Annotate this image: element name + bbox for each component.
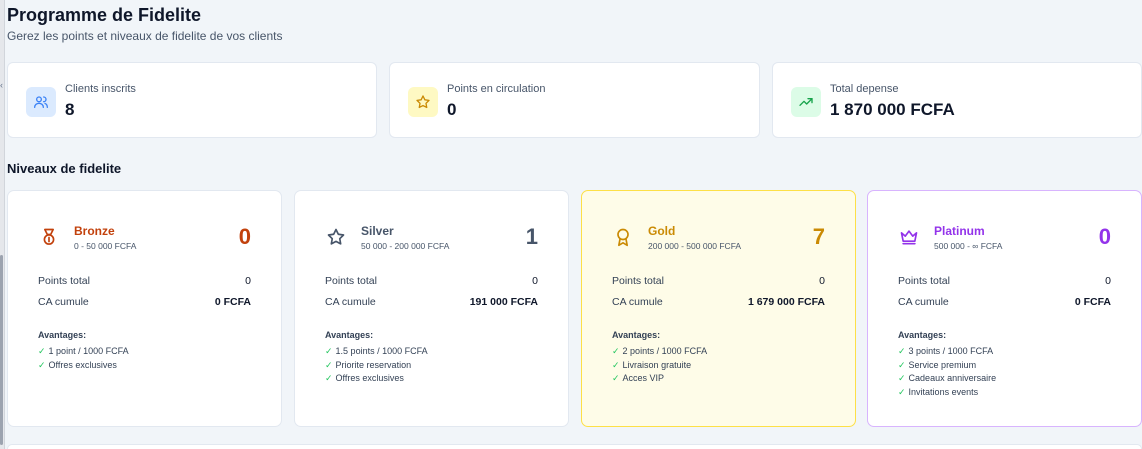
ca-value: 191 000 FCFA [469, 296, 538, 308]
page-title: Programme de Fidelite [7, 5, 202, 25]
stat-card-clients: Clients inscrits 8 [7, 62, 377, 138]
stat-card-total: Total depense 1 870 000 FCFA [772, 62, 1142, 138]
tier-card-silver[interactable]: Silver 50 000 - 200 000 FCFA 1 Points to… [294, 190, 569, 427]
advantage-item: ✓ Priorite reservation [325, 359, 412, 370]
advantages-list: ✓ 2 points / 1000 FCFA ✓ Livraison gratuit… [612, 345, 707, 386]
next-section-card [7, 444, 1142, 449]
stat-value: 0 [447, 100, 457, 119]
ca-label: CA cumule [38, 296, 89, 308]
advantage-item: ✓ Cadeaux anniversaire [898, 373, 997, 383]
ca-value: 1 679 000 FCFA [747, 296, 825, 308]
tier-range: 0 - 50 000 FCFA [74, 241, 137, 251]
tier-name: Gold [648, 224, 676, 238]
advantages-list: ✓ 1 point / 1000 FCFA ✓ Offres exclusives [38, 345, 129, 372]
tier-card-platinum[interactable]: Platinum 500 000 - ∞ FCFA 0 Points total… [867, 190, 1142, 427]
advantage-item: ✓ Service premium [898, 359, 977, 370]
trending-up-icon [791, 87, 821, 117]
left-scroll-rail[interactable]: ‹ [0, 0, 5, 449]
ca-value: 0 FCFA [214, 296, 251, 308]
advantage-item: ✓ Offres exclusives [325, 373, 404, 383]
check-icon: ✓ [325, 359, 333, 370]
section-title: Niveaux de fidelite [7, 161, 122, 176]
tier-client-count: 1 [525, 224, 538, 249]
ca-label: CA cumule [898, 296, 949, 308]
advantages-title: Avantages: [325, 330, 374, 340]
check-icon: ✓ [898, 373, 906, 383]
tier-client-count: 7 [812, 224, 825, 249]
tier-name: Bronze [74, 224, 115, 238]
crown-icon [896, 224, 922, 250]
tier-client-count: 0 [1098, 224, 1111, 249]
tier-name: Platinum [934, 224, 985, 238]
ca-label: CA cumule [325, 296, 376, 308]
points-value: 0 [1105, 275, 1111, 287]
advantage-item: ✓ 3 points / 1000 FCFA [898, 346, 994, 356]
tier-range: 50 000 - 200 000 FCFA [361, 241, 450, 251]
points-label: Points total [612, 275, 664, 287]
points-value: 0 [819, 275, 825, 287]
check-icon: ✓ [612, 346, 620, 356]
ca-label: CA cumule [612, 296, 663, 308]
advantage-item: ✓ 1.5 points / 1000 FCFA [325, 346, 428, 356]
stat-label: Total depense [830, 83, 899, 95]
check-icon: ✓ [325, 346, 333, 356]
tier-name: Silver [361, 224, 394, 238]
advantage-item: ✓ Acces VIP [612, 373, 665, 383]
stat-value: 1 870 000 FCFA [830, 100, 955, 119]
stat-label: Points en circulation [447, 83, 546, 95]
check-icon: ✓ [612, 359, 620, 370]
check-icon: ✓ [898, 346, 906, 356]
advantages-title: Avantages: [612, 330, 661, 340]
stat-label: Clients inscrits [65, 83, 136, 95]
check-icon: ✓ [38, 346, 46, 356]
advantage-item: ✓ Livraison gratuite [612, 359, 692, 370]
points-label: Points total [325, 275, 377, 287]
points-value: 0 [532, 275, 538, 287]
ca-value: 0 FCFA [1074, 296, 1111, 308]
tier-client-count: 0 [238, 224, 251, 249]
check-icon: ✓ [898, 359, 906, 370]
advantage-item: ✓ 1 point / 1000 FCFA [38, 346, 129, 356]
medal-icon [36, 224, 62, 250]
points-label: Points total [38, 275, 90, 287]
advantage-item: ✓ Invitations events [898, 386, 979, 397]
collapse-caret-icon[interactable]: ‹ [0, 80, 3, 90]
stat-card-points: Points en circulation 0 [389, 62, 760, 138]
advantage-item: ✓ 2 points / 1000 FCFA [612, 346, 708, 356]
check-icon: ✓ [898, 386, 906, 397]
tier-range: 500 000 - ∞ FCFA [934, 241, 1003, 251]
tier-range: 200 000 - 500 000 FCFA [648, 241, 742, 251]
page-subtitle: Gerez les points et niveaux de fidelite … [7, 29, 283, 43]
stat-value: 8 [65, 100, 75, 119]
users-icon [26, 87, 56, 117]
advantage-item: ✓ Offres exclusives [38, 359, 117, 370]
advantages-list: ✓ 3 points / 1000 FCFA ✓ Service premium ✓… [898, 345, 996, 399]
tier-card-gold[interactable]: Gold 200 000 - 500 000 FCFA 7 Points tot… [581, 190, 856, 427]
advantages-title: Avantages: [898, 330, 947, 340]
star-outline-icon [323, 224, 349, 250]
advantages-title: Avantages: [38, 330, 87, 340]
check-icon: ✓ [325, 373, 333, 383]
points-label: Points total [898, 275, 950, 287]
points-value: 0 [245, 275, 251, 287]
check-icon: ✓ [612, 373, 620, 383]
tier-card-bronze[interactable]: Bronze 0 - 50 000 FCFA 0 Points total 0 … [7, 190, 282, 427]
scrollbar-thumb[interactable] [0, 255, 3, 445]
advantages-list: ✓ 1.5 points / 1000 FCFA ✓ Priorite reserv… [325, 345, 428, 386]
award-icon [610, 224, 636, 250]
star-icon [408, 87, 438, 117]
check-icon: ✓ [38, 359, 46, 370]
